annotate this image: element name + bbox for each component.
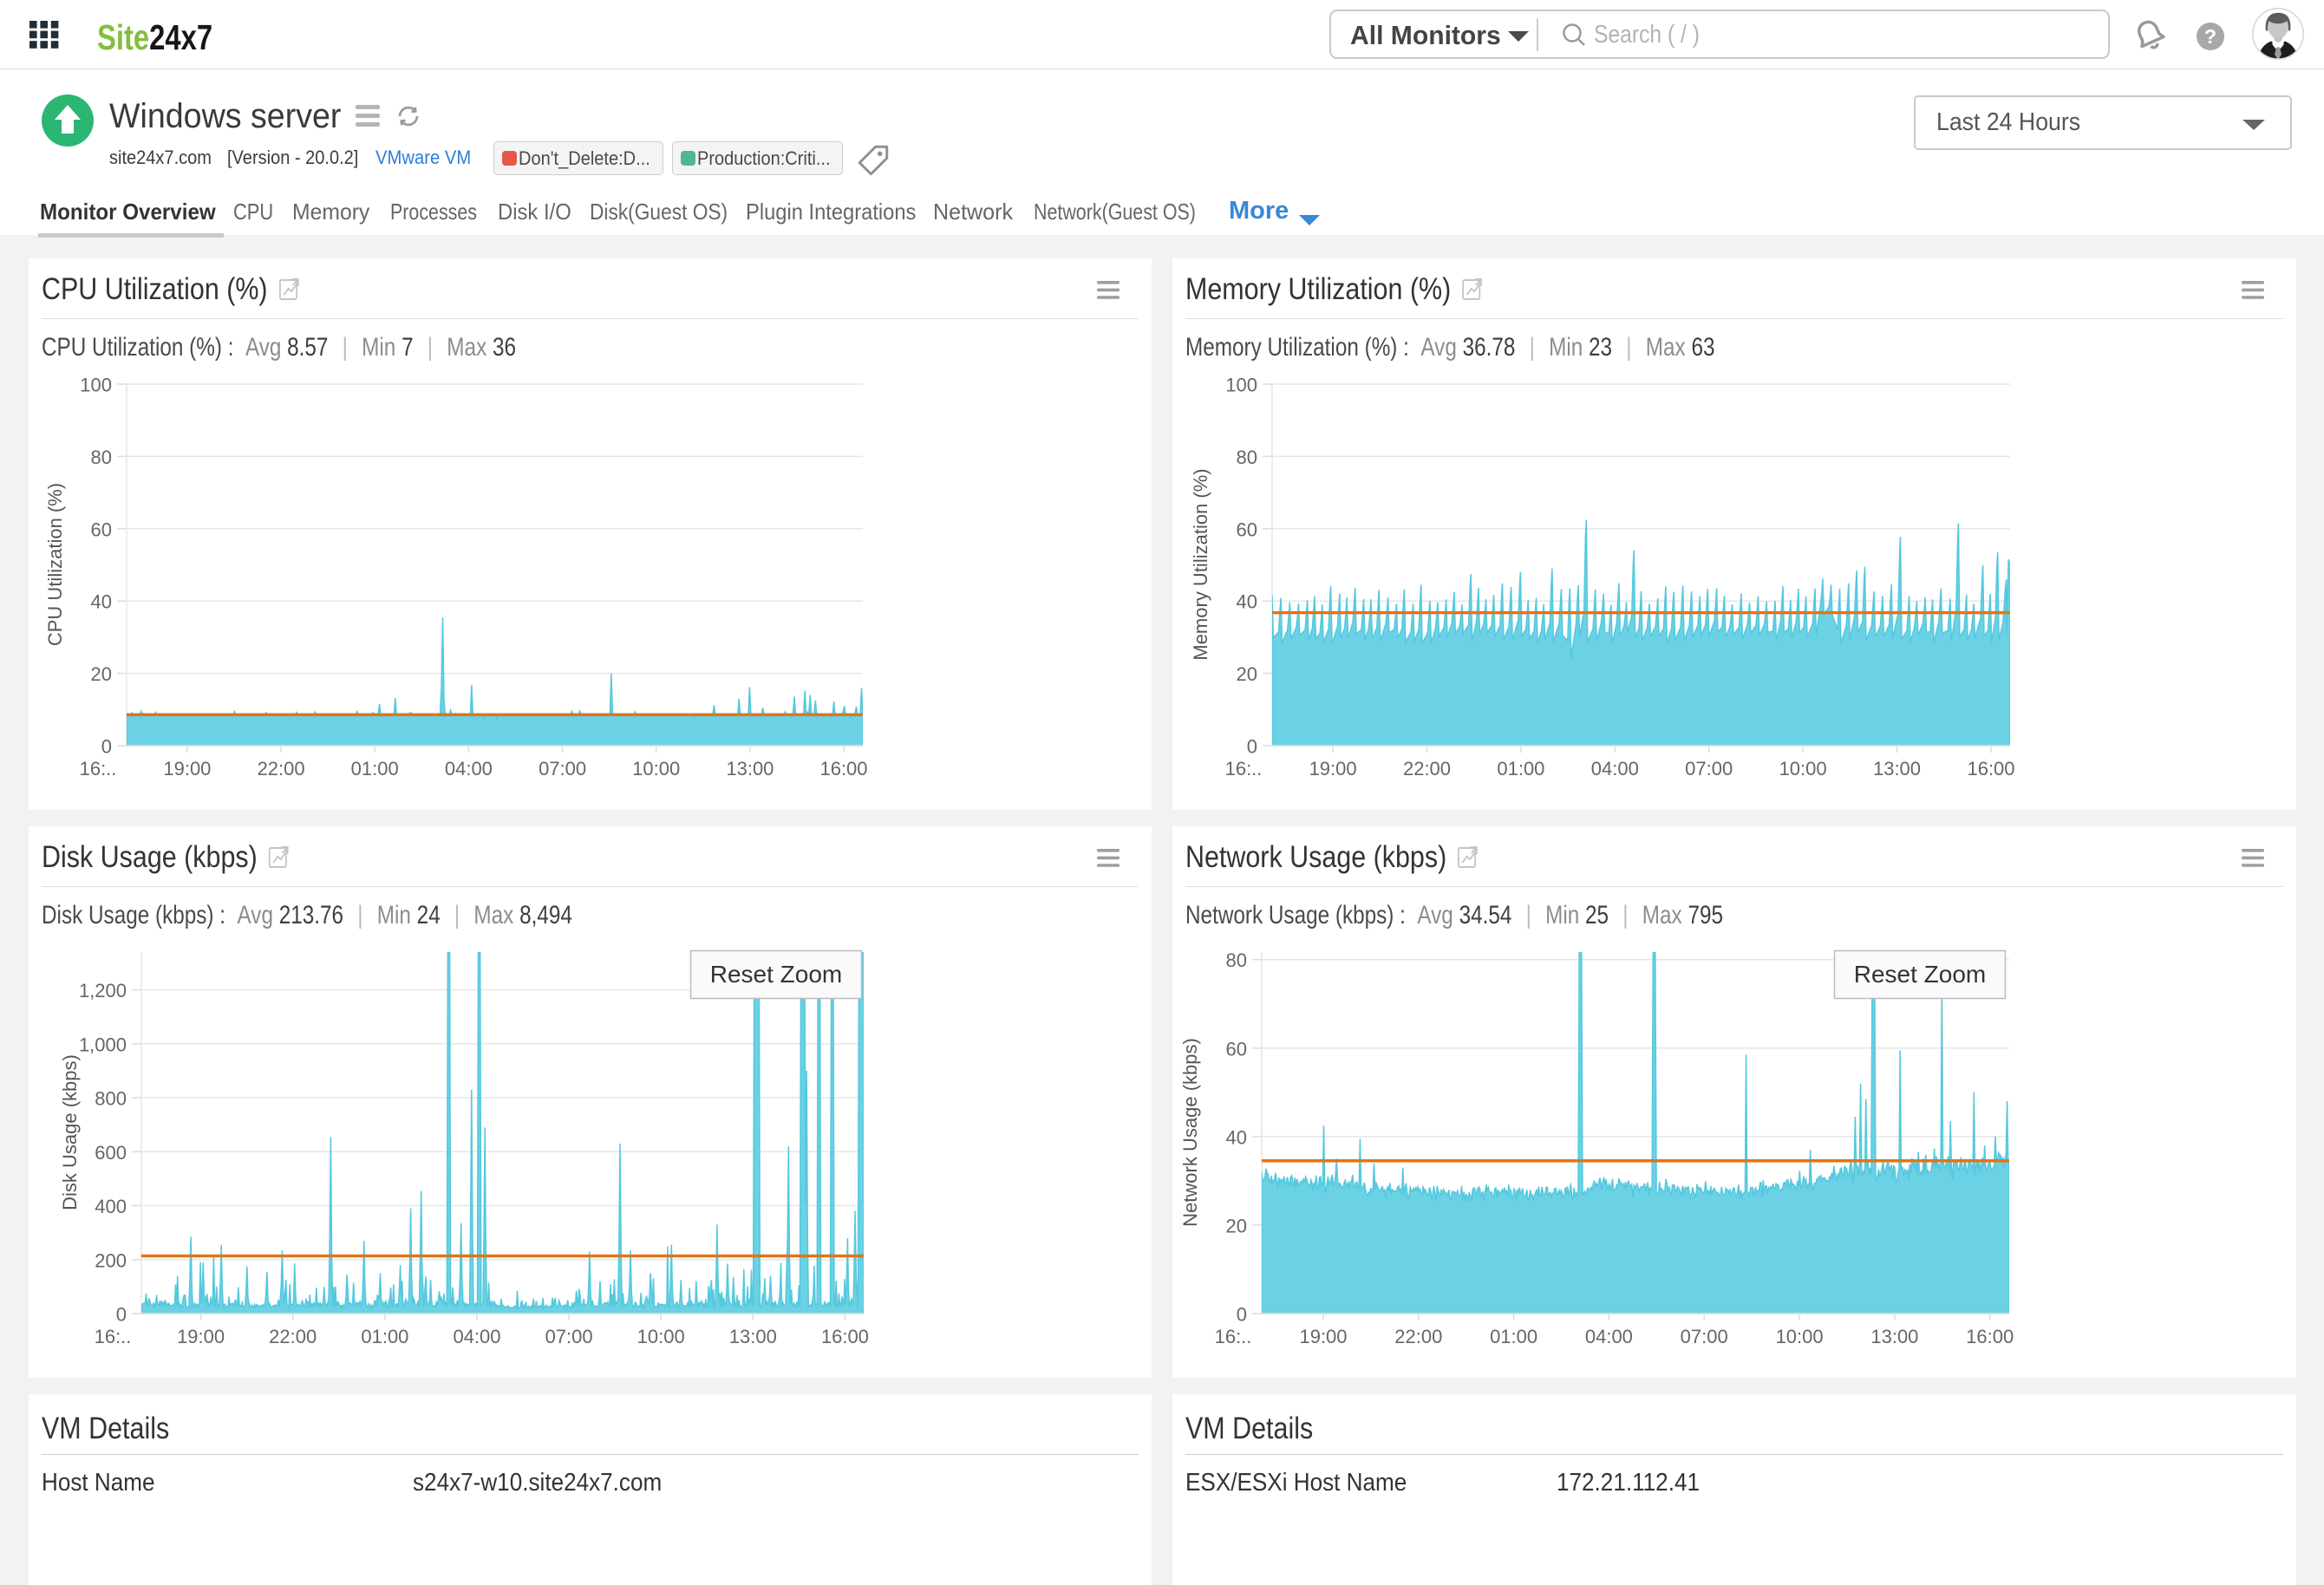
svg-text:19:00: 19:00 [1309,758,1357,779]
svg-text:16:00: 16:00 [821,1326,869,1347]
svg-text:80: 80 [1226,949,1247,971]
svg-text:60: 60 [1226,1038,1247,1060]
svg-text:Network Usage (kbps): Network Usage (kbps) [1179,1038,1201,1227]
svg-text:10:00: 10:00 [637,1326,685,1347]
svg-text:80: 80 [91,447,112,468]
svg-text:100: 100 [1225,375,1257,396]
svg-text:Reset Zoom: Reset Zoom [1854,961,1987,988]
svg-text:10:00: 10:00 [1776,1326,1824,1347]
svg-text:13:00: 13:00 [1870,1326,1918,1347]
svg-text:20: 20 [91,663,112,685]
svg-text:16:..: 16:.. [1225,758,1263,779]
svg-text:07:00: 07:00 [1681,1326,1728,1347]
svg-text:?: ? [2204,25,2216,48]
svg-text:Memory Utilization (%): Memory Utilization (%) [1190,468,1211,660]
svg-text:0: 0 [101,736,112,758]
svg-text:CPU Utilization (%): CPU Utilization (%) [44,483,66,646]
svg-text:01:00: 01:00 [351,758,399,779]
svg-text:40: 40 [1226,1126,1247,1148]
svg-text:07:00: 07:00 [545,1326,593,1347]
svg-text:04:00: 04:00 [445,758,493,779]
svg-text:16:00: 16:00 [819,758,867,779]
svg-text:20: 20 [1237,663,1257,685]
svg-text:1,000: 1,000 [79,1034,127,1055]
svg-text:22:00: 22:00 [1403,758,1451,779]
svg-text:22:00: 22:00 [258,758,305,779]
svg-text:01:00: 01:00 [1490,1326,1537,1347]
svg-text:600: 600 [95,1142,127,1164]
svg-text:01:00: 01:00 [361,1326,408,1347]
svg-text:60: 60 [91,519,112,540]
svg-text:16:..: 16:.. [95,1326,132,1347]
svg-text:16:00: 16:00 [1966,1326,2014,1347]
svg-text:04:00: 04:00 [1585,1326,1633,1347]
svg-text:0: 0 [1247,736,1257,758]
svg-text:10:00: 10:00 [1779,758,1827,779]
svg-text:60: 60 [1237,519,1257,540]
svg-text:19:00: 19:00 [163,758,211,779]
svg-text:100: 100 [80,375,112,396]
svg-text:200: 200 [95,1249,127,1271]
svg-text:16:..: 16:.. [1215,1326,1252,1347]
svg-text:1,200: 1,200 [79,980,127,1001]
svg-text:400: 400 [95,1196,127,1217]
svg-text:19:00: 19:00 [177,1326,225,1347]
svg-text:10:00: 10:00 [632,758,680,779]
svg-text:16:..: 16:.. [80,758,117,779]
svg-text:07:00: 07:00 [1685,758,1733,779]
svg-text:19:00: 19:00 [1299,1326,1347,1347]
svg-text:13:00: 13:00 [1873,758,1921,779]
svg-text:13:00: 13:00 [726,758,774,779]
svg-text:40: 40 [1237,591,1257,613]
svg-text:Reset Zoom: Reset Zoom [710,961,843,988]
svg-text:16:00: 16:00 [1967,758,2014,779]
svg-text:01:00: 01:00 [1497,758,1544,779]
svg-text:22:00: 22:00 [1394,1326,1442,1347]
svg-text:22:00: 22:00 [269,1326,317,1347]
svg-text:04:00: 04:00 [453,1326,500,1347]
svg-text:0: 0 [116,1304,127,1326]
svg-text:Disk Usage (kbps): Disk Usage (kbps) [59,1054,81,1210]
svg-text:800: 800 [95,1088,127,1110]
svg-text:0: 0 [1237,1304,1247,1326]
svg-text:40: 40 [91,591,112,613]
svg-text:13:00: 13:00 [729,1326,777,1347]
svg-text:04:00: 04:00 [1591,758,1639,779]
svg-text:07:00: 07:00 [539,758,586,779]
svg-text:80: 80 [1237,447,1257,468]
svg-text:20: 20 [1226,1215,1247,1236]
